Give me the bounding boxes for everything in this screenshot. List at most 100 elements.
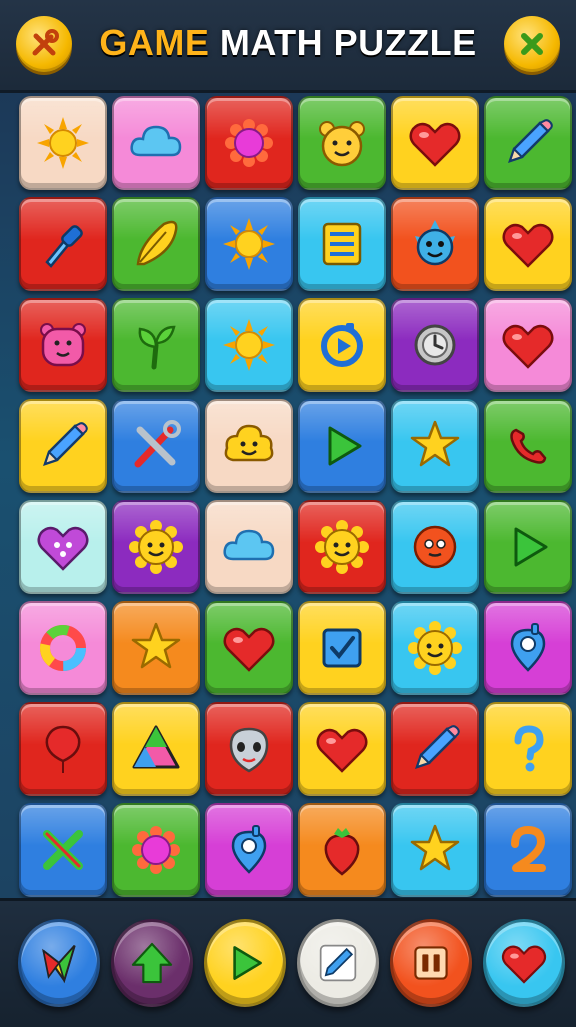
puzzle-tile[interactable]	[205, 500, 293, 594]
pencil-icon	[508, 119, 553, 163]
question-icon	[514, 725, 544, 772]
close-button[interactable]	[504, 16, 560, 72]
play-arrow-icon	[233, 946, 262, 980]
puzzle-tile[interactable]	[112, 500, 200, 594]
cross-icon	[43, 830, 83, 870]
heart-button[interactable]	[483, 919, 565, 1007]
sun-icon	[223, 319, 275, 371]
puzzle-tile[interactable]	[298, 96, 386, 190]
play-ring-icon	[321, 323, 363, 367]
puzzle-tile[interactable]	[484, 96, 572, 190]
puzzle-tile[interactable]	[391, 702, 479, 796]
puzzle-tile[interactable]	[391, 601, 479, 695]
clock-ring-icon	[414, 324, 456, 366]
puzzle-tile[interactable]	[298, 500, 386, 594]
puzzle-tile[interactable]	[484, 197, 572, 291]
top-bar: GAME MATH PUZZLE	[0, 0, 576, 93]
puzzle-tile[interactable]	[391, 500, 479, 594]
arrow-up-icon	[131, 942, 173, 984]
arrow-up-button[interactable]	[111, 919, 193, 1007]
puzzle-tile[interactable]	[391, 399, 479, 493]
puzzle-tile[interactable]	[19, 96, 107, 190]
puzzle-tile[interactable]	[391, 96, 479, 190]
puzzle-tile[interactable]	[205, 803, 293, 897]
puzzle-tile[interactable]	[205, 601, 293, 695]
sun-face-icon	[408, 621, 462, 675]
play-arrow-icon	[328, 426, 362, 466]
heart-face-icon	[37, 526, 89, 571]
star-icon	[410, 420, 460, 467]
heart-icon	[316, 728, 368, 773]
kite-button[interactable]	[18, 919, 100, 1007]
heart-icon	[409, 122, 461, 167]
puzzle-tile[interactable]	[112, 96, 200, 190]
puzzle-tile[interactable]	[298, 197, 386, 291]
puzzle-tile[interactable]	[112, 702, 200, 796]
checkbox-icon	[322, 628, 362, 668]
puzzle-tile[interactable]	[298, 399, 386, 493]
puzzle-tile[interactable]	[205, 197, 293, 291]
sun-face-icon	[315, 520, 369, 574]
puzzle-tile[interactable]	[112, 298, 200, 392]
close-icon	[521, 33, 543, 55]
puzzle-tile[interactable]	[112, 803, 200, 897]
sun-icon	[223, 218, 275, 270]
star-icon	[410, 824, 460, 871]
pin-icon	[231, 825, 267, 874]
puzzle-tile[interactable]	[19, 803, 107, 897]
puzzle-tile[interactable]	[205, 96, 293, 190]
kite-icon	[42, 944, 76, 984]
bear-face-icon	[319, 121, 365, 167]
pencil-icon	[415, 725, 460, 769]
puzzle-tile[interactable]	[298, 702, 386, 796]
puzzle-tile[interactable]	[298, 803, 386, 897]
puzzle-tile[interactable]	[19, 399, 107, 493]
alien-face-icon	[229, 727, 269, 773]
puzzle-tile[interactable]	[391, 197, 479, 291]
puzzle-tile[interactable]	[19, 500, 107, 594]
puzzle-tile[interactable]	[19, 197, 107, 291]
sprout-icon	[138, 325, 176, 370]
puzzle-tile[interactable]	[205, 702, 293, 796]
sun-icon	[37, 117, 89, 169]
puzzle-tile[interactable]	[205, 399, 293, 493]
puzzle-tile[interactable]	[484, 803, 572, 897]
pencil-icon	[43, 422, 88, 466]
pig-face-icon	[40, 323, 86, 367]
puzzle-tile[interactable]	[484, 298, 572, 392]
pause-button[interactable]	[390, 919, 472, 1007]
puzzle-tile[interactable]	[484, 500, 572, 594]
puzzle-tile[interactable]	[391, 298, 479, 392]
puzzle-tile[interactable]	[391, 803, 479, 897]
title-word-math-puzzle: MATH PUZZLE	[219, 22, 477, 63]
bottom-toolbar	[0, 898, 576, 1027]
title-word-game: GAME	[99, 22, 210, 63]
sun-face-icon	[129, 520, 183, 574]
monster-icon	[415, 220, 455, 266]
play-arrow-button[interactable]	[204, 919, 286, 1007]
leaf-pencil-icon	[136, 220, 178, 266]
tools-button[interactable]	[16, 16, 72, 72]
puzzle-tile[interactable]	[19, 298, 107, 392]
tools-icon	[32, 29, 59, 56]
balloon-icon	[45, 725, 81, 773]
puzzle-tile[interactable]	[205, 298, 293, 392]
puzzle-tile[interactable]	[112, 601, 200, 695]
triangle-icon	[132, 725, 180, 769]
puzzle-tile[interactable]	[112, 399, 200, 493]
puzzle-tile[interactable]	[19, 601, 107, 695]
puzzle-tile[interactable]	[484, 601, 572, 695]
pause-icon	[414, 946, 448, 980]
cloud-icon	[130, 125, 182, 157]
pencil-card-icon	[319, 944, 357, 982]
cloud-icon	[223, 529, 275, 561]
puzzle-tile[interactable]	[298, 298, 386, 392]
puzzle-tile[interactable]	[298, 601, 386, 695]
game-title: GAME MATH PUZZLE	[90, 22, 486, 64]
puzzle-tile[interactable]	[484, 702, 572, 796]
pencil-card-button[interactable]	[297, 919, 379, 1007]
puzzle-tile[interactable]	[112, 197, 200, 291]
ball-face-icon	[413, 525, 457, 569]
puzzle-tile[interactable]	[19, 702, 107, 796]
puzzle-tile[interactable]	[484, 399, 572, 493]
